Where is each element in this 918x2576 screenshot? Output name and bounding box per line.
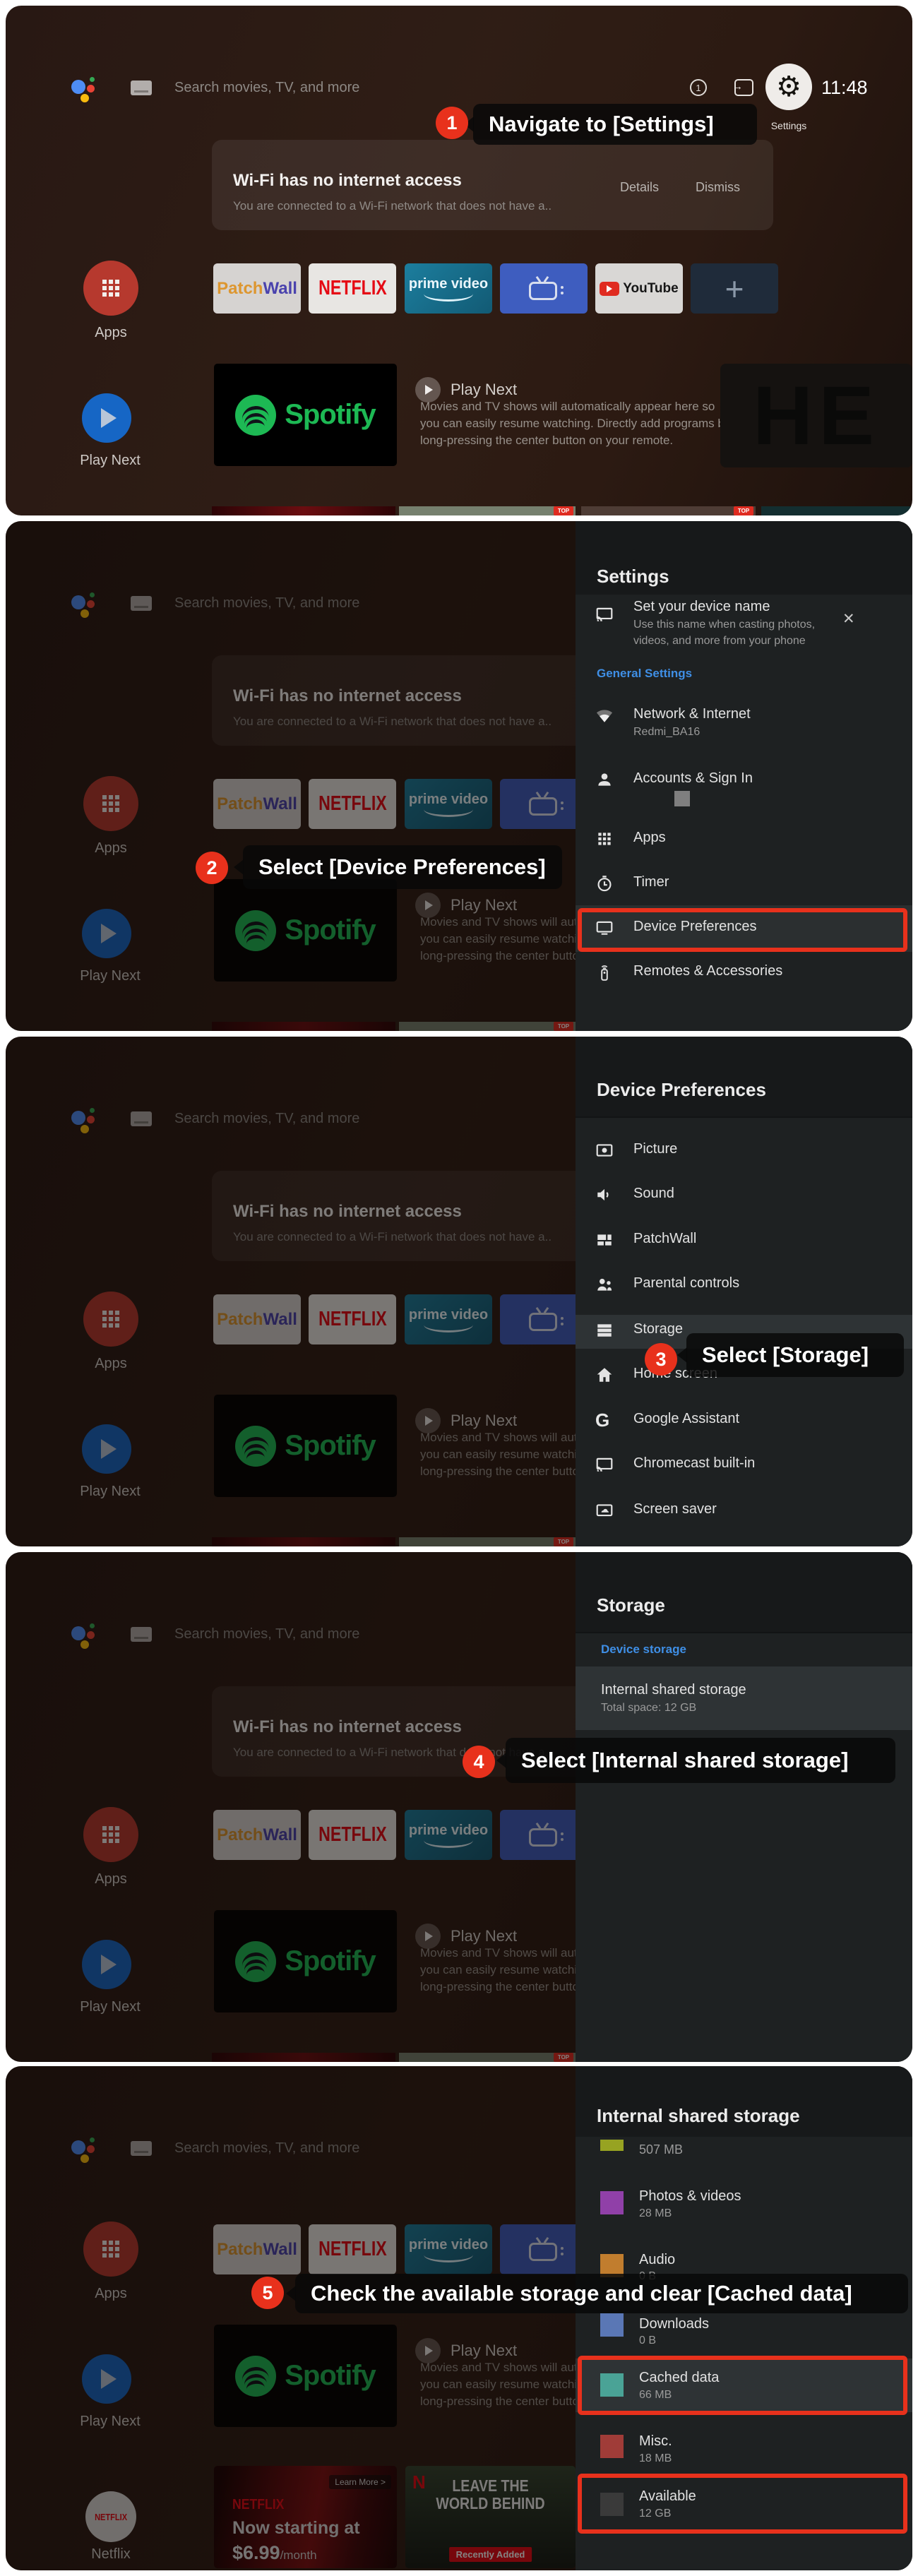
storage-row-downloads[interactable]: Downloads [639, 2316, 709, 2332]
home-icon [595, 1366, 614, 1384]
storage-row-misc[interactable]: Misc. [639, 2433, 672, 2450]
banner-sliver-netflix-promo [212, 506, 395, 515]
storage-size: 28 MB [639, 2207, 672, 2220]
wifi-icon [595, 706, 614, 724]
device-storage-section: Device storage [601, 1642, 686, 1657]
device-prefs-item-sound[interactable]: Sound [633, 1186, 674, 1202]
settings-item-network[interactable]: Network & Internet [633, 706, 751, 722]
storage-icon [595, 1321, 614, 1340]
step-5-marker: 5 [251, 2277, 284, 2309]
storage-drawer: Storage Device storage Internal shared s… [576, 1552, 912, 2062]
parental-controls-icon [595, 1275, 614, 1294]
picture-icon [595, 1141, 614, 1159]
settings-item-accounts[interactable]: Accounts & Sign In [633, 770, 753, 787]
top-badge: TOP [734, 506, 753, 515]
device-name-card-line1: Use this name when casting photos, [633, 619, 815, 631]
panel-4-storage: Search movies, TV, and more 1 → ⚙ Settin… [6, 1552, 912, 2062]
top-badge: TOP [554, 506, 573, 515]
settings-item-remotes[interactable]: Remotes & Accessories [633, 963, 782, 979]
available-highlight-box [578, 2474, 907, 2534]
cast-icon [595, 605, 614, 624]
storage-swatch-downloads [600, 2313, 624, 2337]
storage-row-audio[interactable]: Audio [639, 2252, 675, 2268]
internal-storage-label: Internal shared storage [601, 1682, 746, 1698]
step-1-marker: 1 [436, 107, 468, 139]
storage-swatch-misc [600, 2435, 624, 2458]
drawer-title: Storage [597, 1594, 665, 1616]
chromecast-icon [595, 1455, 614, 1474]
drawer-title: Settings [597, 566, 669, 588]
device-prefs-item-storage[interactable]: Storage [633, 1321, 683, 1337]
storage-row-photos[interactable]: Photos & videos [639, 2188, 741, 2205]
panel-3-device-preferences: Search movies, TV, and more 1 → ⚙ Settin… [6, 1037, 912, 1546]
step-4-marker: 4 [463, 1746, 495, 1778]
step-2-marker: 2 [196, 852, 228, 884]
screen-saver-icon [595, 1501, 614, 1520]
device-name-card-line2: videos, and more from your phone [633, 635, 806, 648]
settings-item-network-sub: Redmi_BA16 [633, 726, 700, 739]
sound-icon [595, 1186, 614, 1204]
drawer-title: Internal shared storage [597, 2105, 800, 2127]
step-4-tooltip: Select [Internal shared storage] [506, 1738, 895, 1783]
storage-size: 507 MB [639, 2142, 683, 2157]
cached-data-highlight-box [578, 2356, 907, 2415]
settings-item-timer[interactable]: Timer [633, 874, 669, 890]
device-prefs-item-screen-saver[interactable]: Screen saver [633, 1501, 717, 1517]
scroll-indicator [674, 791, 690, 806]
close-icon[interactable]: ✕ [842, 610, 855, 628]
device-prefs-item-patchwall[interactable]: PatchWall [633, 1231, 696, 1247]
device-preferences-highlight-box [578, 908, 907, 952]
settings-drawer: Settings Set your device name Use this n… [576, 521, 912, 1031]
device-prefs-item-picture[interactable]: Picture [633, 1141, 677, 1157]
panel-2-settings: Search movies, TV, and more 1 → ⚙ Settin… [6, 521, 912, 1031]
step-1-tooltip: Navigate to [Settings] [473, 104, 757, 145]
device-prefs-item-parental[interactable]: Parental controls [633, 1275, 739, 1292]
storage-swatch-apps [600, 2140, 624, 2151]
remote-icon [595, 963, 614, 982]
step-3-tooltip: Select [Storage] [686, 1333, 904, 1377]
step-2-tooltip: Select [Device Preferences] [243, 845, 562, 889]
device-prefs-item-chromecast[interactable]: Chromecast built-in [633, 1455, 755, 1472]
drawer-title: Device Preferences [597, 1079, 766, 1101]
google-g-icon: G [595, 1409, 609, 1431]
storage-size: 18 MB [639, 2452, 672, 2465]
banner-sliver-3: TOP [581, 506, 756, 515]
panel-5-internal-storage: Search movies, TV, and more 1 → ⚙ Settin… [6, 2066, 912, 2570]
apps-grid-icon [595, 830, 614, 848]
internal-storage-row[interactable] [576, 1666, 912, 1730]
storage-size: 0 B [639, 2334, 656, 2347]
storage-swatch-photos [600, 2191, 624, 2214]
patchwall-icon [595, 1231, 614, 1249]
device-prefs-item-google-assistant[interactable]: Google Assistant [633, 1411, 739, 1427]
settings-item-apps[interactable]: Apps [633, 830, 666, 846]
timer-icon [595, 874, 614, 893]
account-icon [595, 770, 614, 789]
step-5-tooltip: Check the available storage and clear [C… [295, 2274, 908, 2313]
internal-storage-sub: Total space: 12 GB [601, 1702, 696, 1715]
general-settings-section: General Settings [597, 667, 692, 681]
device-preferences-drawer: Device Preferences Picture Sound PatchWa… [576, 1037, 912, 1546]
device-name-card-title: Set your device name [633, 599, 770, 615]
panel-1-home: Search movies, TV, and more 1 → ⚙ Settin… [6, 6, 912, 515]
banner-sliver-4 [761, 506, 912, 515]
step-3-marker: 3 [645, 1343, 677, 1376]
banner-sliver-2: TOP [399, 506, 576, 515]
